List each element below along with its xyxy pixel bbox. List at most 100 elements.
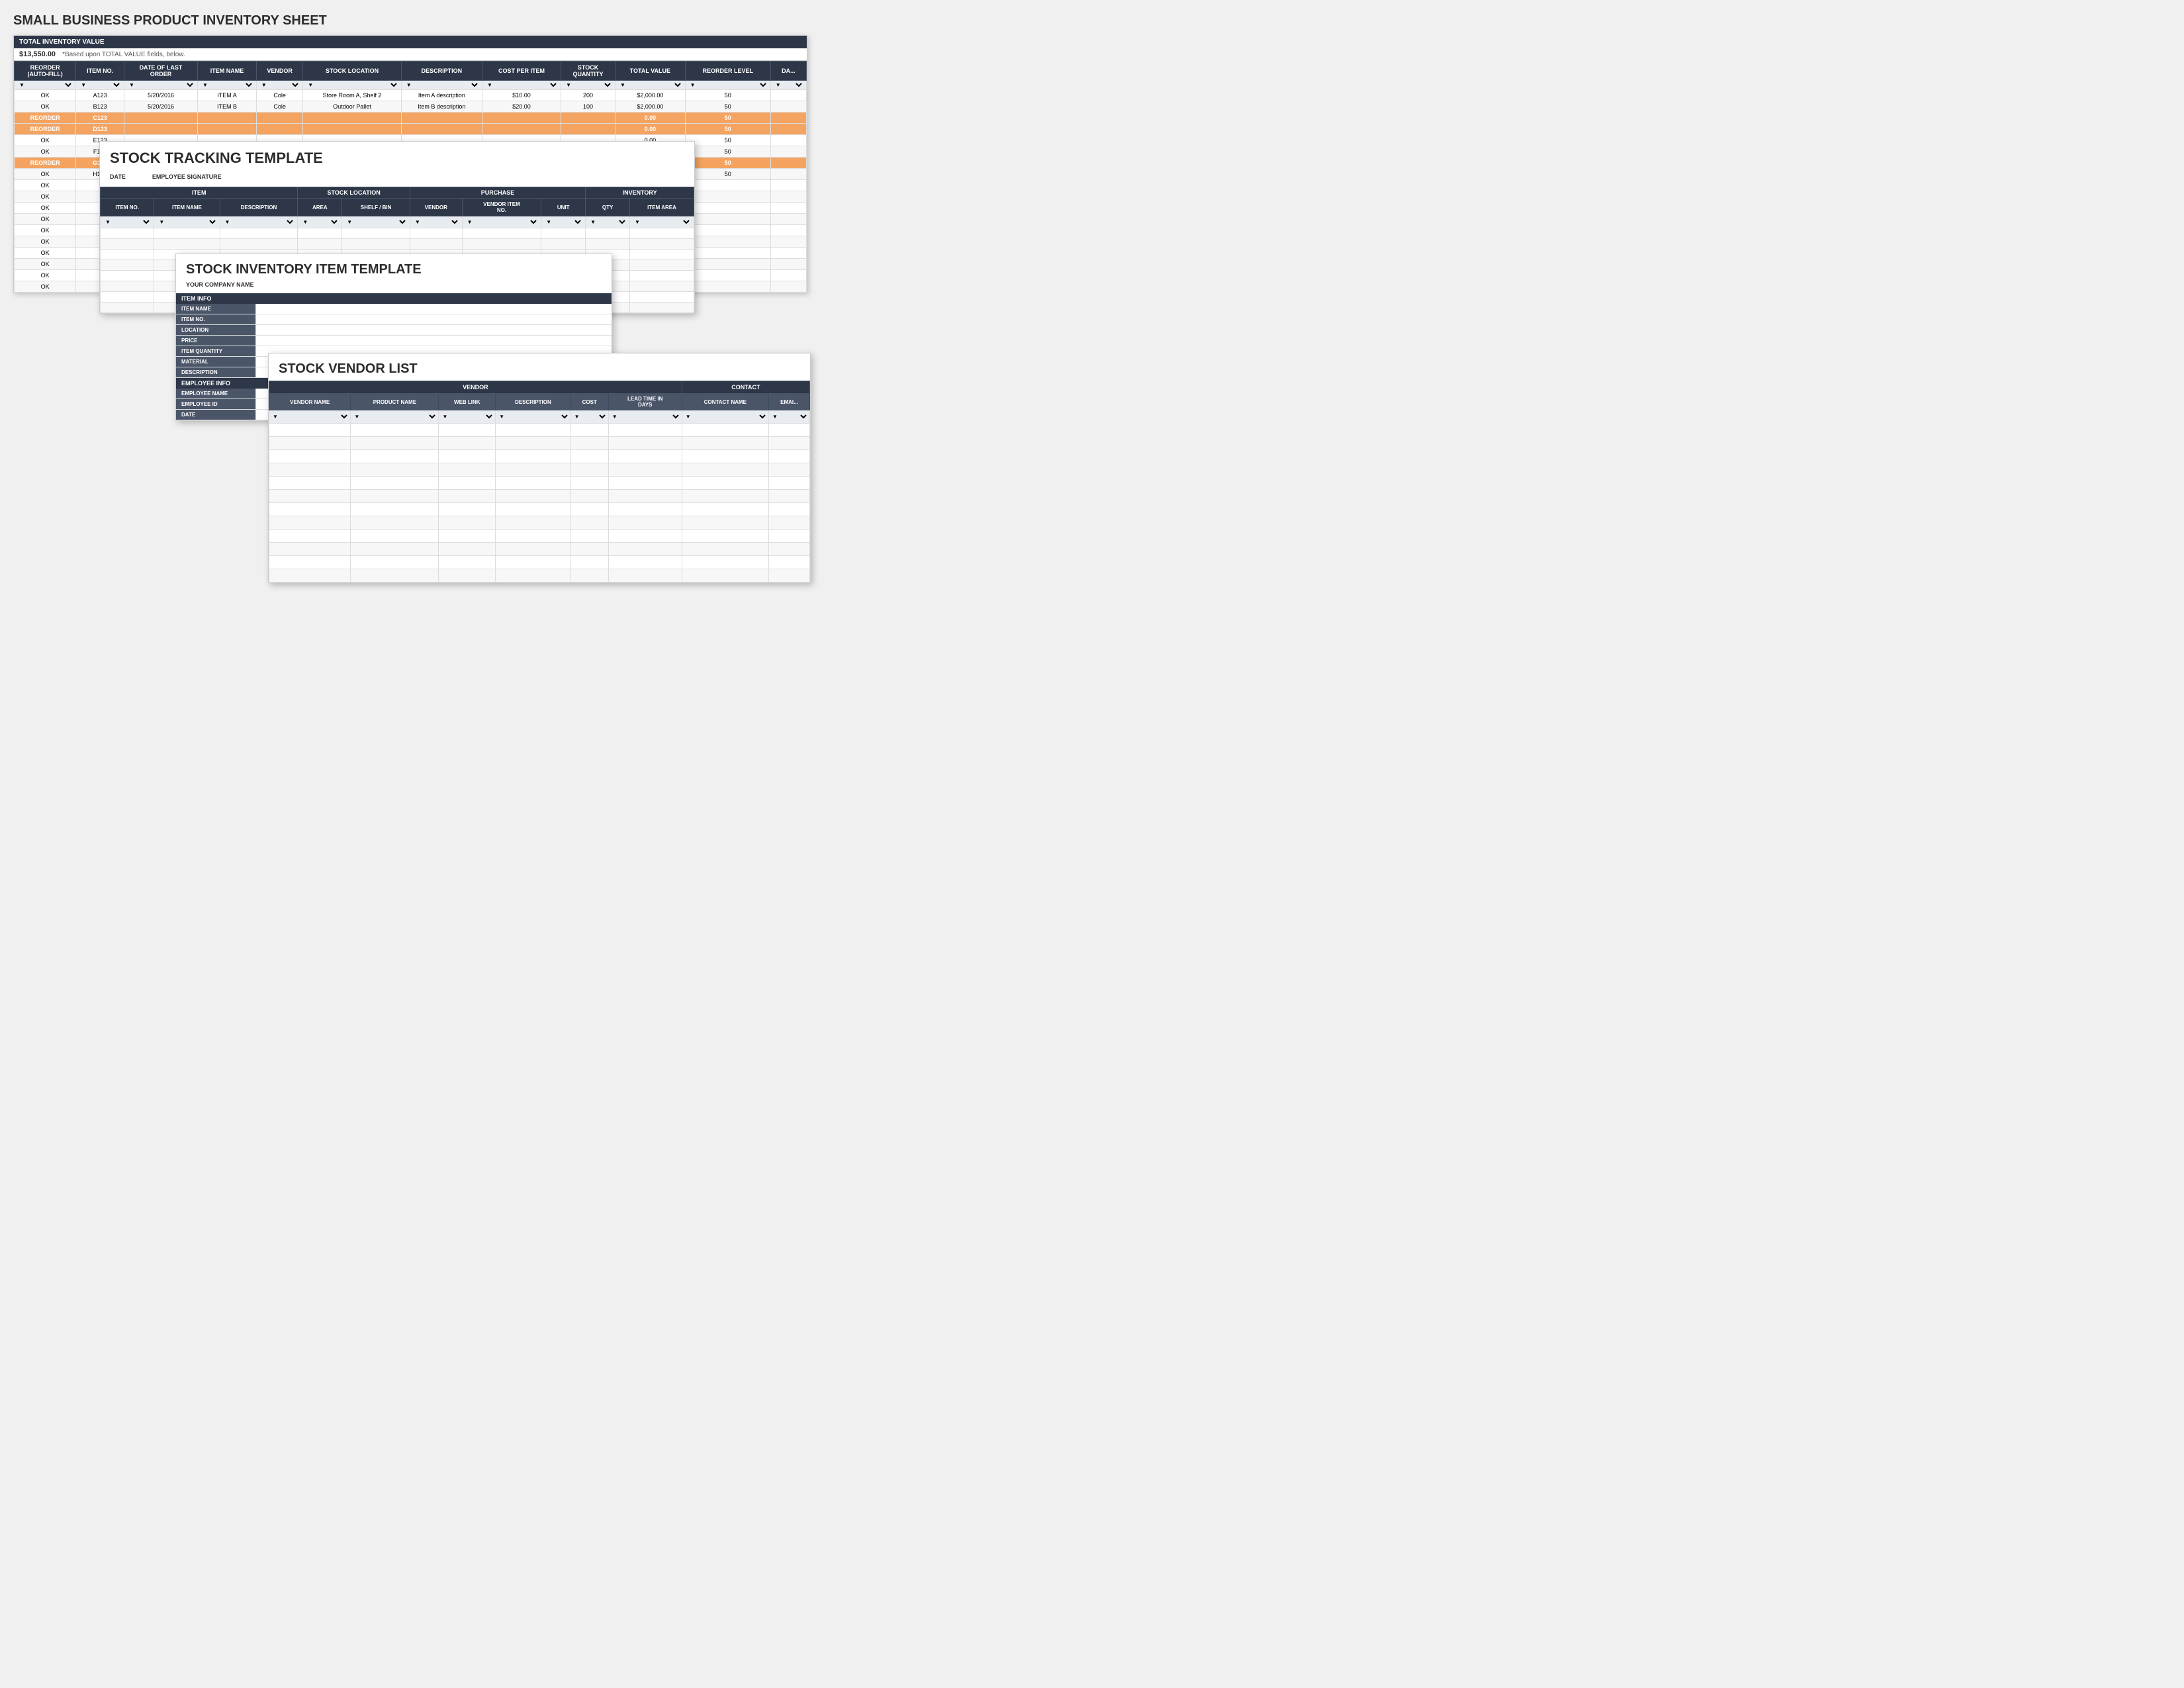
filter-total[interactable]: ▼ [615,81,686,90]
col-cost-per-item: COST PER ITEM [482,62,561,81]
track-col-vendor: VENDOR [410,199,462,216]
sheets-wrapper: TOTAL INVENTORY VALUE $13,550.00 *Based … [13,35,807,631]
total-inventory-note: *Based upon TOTAL VALUE fields, below. [62,51,185,58]
vendor-col-desc: DESCRIPTION [496,394,571,410]
vendor-col-lead: LEAD TIME INDAYS [608,394,682,410]
vendor-col-email: EMAI... [768,394,809,410]
date-label: DATE [176,410,255,420]
table-row [269,530,810,543]
vendor-col-web: WEB LINK [439,394,496,410]
table-row [269,556,810,569]
table-row [101,228,694,239]
tracking-date-label: DATE [110,173,126,180]
filter-cost[interactable]: ▼ [482,81,561,90]
table-row [269,490,810,503]
col-date: DATE OF LASTORDER [124,62,197,81]
vendor-table: VENDOR CONTACT VENDOR NAME PRODUCT NAME … [269,381,810,583]
vendor-col-cost: COST [570,394,608,410]
table-row [269,569,810,583]
field-label: ITEM QUANTITY [176,346,255,356]
table-row: REORDERD1230.0050 [15,124,807,135]
field-value [255,336,612,346]
col-item-no: ITEM NO. [76,62,124,81]
field-value [255,314,612,324]
table-row: REORDERC1230.0050 [15,113,807,124]
filter-reorder[interactable]: ▼ [15,81,76,90]
vendor-list-title: Stock Vendor List [269,353,810,381]
item-field-row: ITEM NO. [176,314,612,325]
contact-section-header: CONTACT [682,381,809,394]
page-container: Small Business Product Inventory Sheet T… [13,13,781,631]
tracking-location-group: STOCK LOCATION [298,187,410,199]
tracking-sig-label: EMPLOYEE SIGNATURE [152,173,222,180]
track-col-qty: QTY [586,199,630,216]
item-field-row: PRICE [176,336,612,346]
field-value [255,304,612,314]
track-col-unit: UNIT [541,199,586,216]
tracking-item-group: ITEM [101,187,298,199]
stock-tracking-title: Stock Tracking Template [100,142,694,171]
item-field-row: LOCATION [176,325,612,336]
field-label: DESCRIPTION [176,367,255,377]
col-stock-location: STOCK LOCATION [303,62,402,81]
filter-desc[interactable]: ▼ [401,81,482,90]
track-col-item-no: ITEM NO. [101,199,154,216]
total-inventory-row: $13,550.00 *Based upon TOTAL VALUE field… [14,48,807,61]
table-row [269,424,810,437]
track-col-shelf: SHELF / BIN [342,199,410,216]
stock-vendor-list: Stock Vendor List VENDOR CONTACT VENDOR … [268,353,811,583]
table-row [269,516,810,530]
item-info-header: ITEM INFO [176,293,612,304]
total-inventory-value: $13,550.00 [19,50,56,58]
filter-item-name[interactable]: ▼ [198,81,257,90]
tracking-purchase-group: PURCHASE [410,187,585,199]
filter-date[interactable]: ▼ [124,81,197,90]
track-col-item-area: ITEM AREA [630,199,694,216]
field-value [255,325,612,335]
filter-da[interactable]: ▼ [770,81,806,90]
total-inventory-label: TOTAL INVENTORY VALUE [14,36,807,48]
col-total-value: TOTAL VALUE [615,62,686,81]
filter-reorder-level[interactable]: ▼ [685,81,770,90]
item-template-title: Stock Inventory Item Template [176,254,612,280]
company-name-label: YOUR COMPANY NAME [176,280,612,293]
field-label: MATERIAL [176,357,255,367]
table-row: OKA1235/20/2016ITEM AColeStore Room A, S… [15,90,807,101]
track-col-vendor-item: VENDOR ITEMNO. [462,199,541,216]
track-col-area: AREA [298,199,342,216]
page-title: Small Business Product Inventory Sheet [13,13,781,28]
filter-vendor[interactable]: ▼ [256,81,302,90]
col-description: DESCRIPTION [401,62,482,81]
field-label: LOCATION [176,325,255,335]
col-vendor: VENDOR [256,62,302,81]
col-stock-qty: STOCKQUANTITY [561,62,615,81]
tracking-subtitle-row: DATE EMPLOYEE SIGNATURE [100,171,694,187]
item-field-row: ITEM NAME [176,304,612,314]
filter-location[interactable]: ▼ [303,81,402,90]
vendor-section-header: VENDOR [269,381,682,394]
field-label: ITEM NO. [176,314,255,324]
table-row [269,450,810,463]
field-label: ITEM NAME [176,304,255,314]
table-row: OKB1235/20/2016ITEM BColeOutdoor PalletI… [15,101,807,113]
table-row [101,239,694,250]
vendor-col-contact: CONTACT NAME [682,394,768,410]
col-reorder: REORDER(auto-fill) [15,62,76,81]
field-label: EMPLOYEE ID [176,399,255,409]
table-row [269,437,810,450]
col-item-name: ITEM NAME [198,62,257,81]
vendor-col-name: VENDOR NAME [269,394,351,410]
table-row [269,503,810,516]
col-da: DA... [770,62,806,81]
track-col-item-name: ITEM NAME [154,199,220,216]
filter-item-no[interactable]: ▼ [76,81,124,90]
tracking-inventory-group: INVENTORY [586,187,694,199]
table-row [269,477,810,490]
col-reorder-level: REORDER LEVEL [685,62,770,81]
field-label: EMPLOYEE NAME [176,389,255,399]
field-label: PRICE [176,336,255,346]
table-row [269,463,810,477]
vendor-col-product: PRODUCT NAME [351,394,439,410]
filter-qty[interactable]: ▼ [561,81,615,90]
table-row [269,543,810,556]
